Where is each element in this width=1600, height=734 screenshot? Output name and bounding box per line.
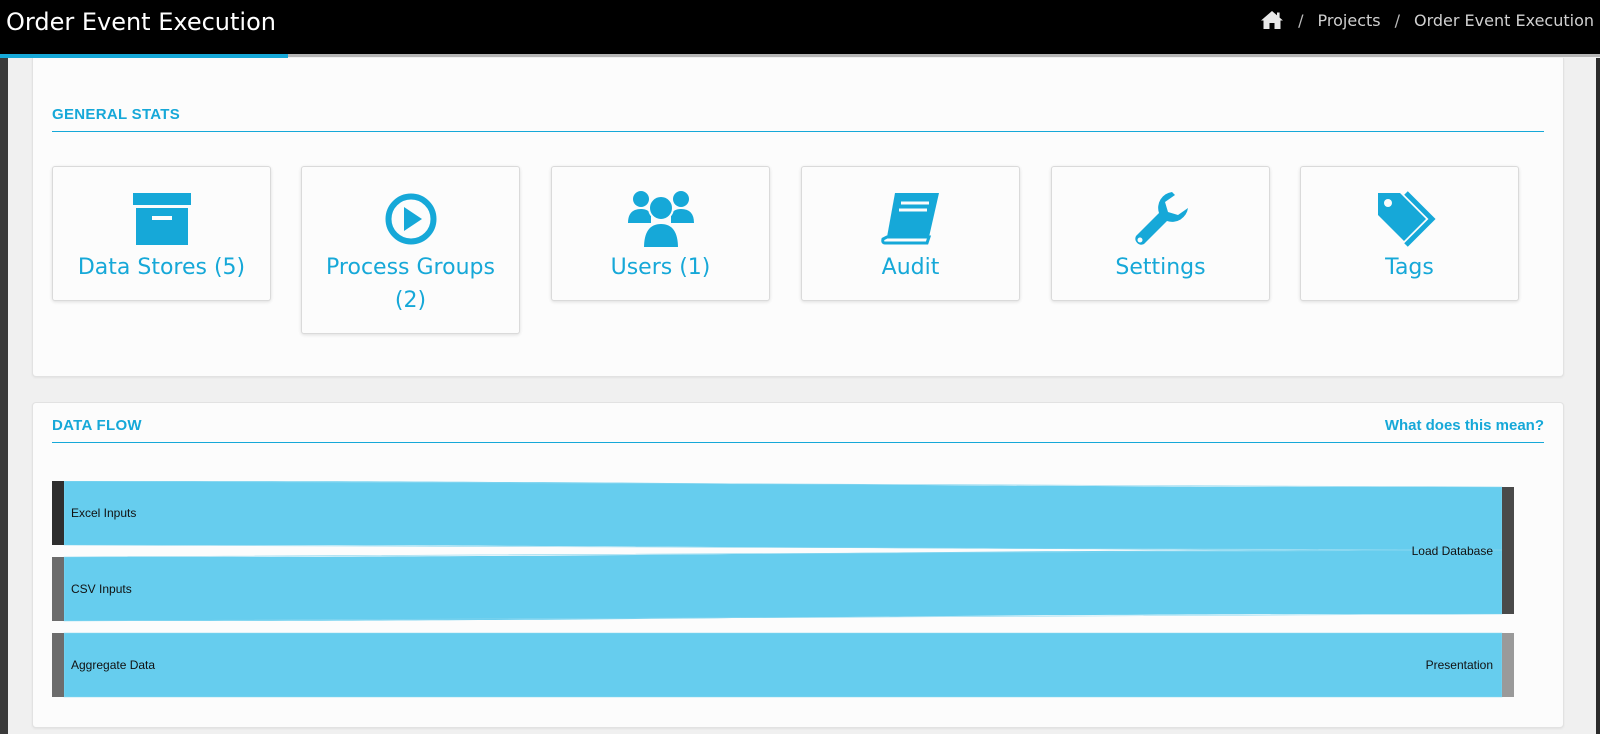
node-presentation[interactable] xyxy=(1502,633,1514,697)
what-does-this-mean-link[interactable]: What does this mean? xyxy=(1385,417,1544,434)
wrench-icon xyxy=(1052,187,1269,251)
node-load-database[interactable] xyxy=(1502,487,1514,614)
flow-csv-to-load-database[interactable] xyxy=(63,549,1503,622)
tile-users[interactable]: Users (1) xyxy=(551,166,770,301)
tile-label: Users (1) xyxy=(610,255,711,280)
breadcrumb-current: Order Event Execution xyxy=(1414,10,1594,30)
tile-label: Data Stores (5) xyxy=(77,255,246,280)
flow-aggregate-to-presentation[interactable] xyxy=(63,632,1503,698)
node-excel-inputs[interactable] xyxy=(52,481,64,545)
general-stats-rule xyxy=(52,131,1544,132)
breadcrumb-projects[interactable]: Projects xyxy=(1318,11,1381,30)
general-stats-panel: GENERAL STATS Data Stores (5) Process Gr… xyxy=(32,58,1564,377)
tags-icon xyxy=(1301,187,1518,251)
breadcrumb-separator: / xyxy=(1394,10,1400,30)
tile-settings[interactable]: Settings xyxy=(1051,166,1270,301)
tile-label: Process Groups (2) xyxy=(326,255,495,313)
breadcrumb-separator: / xyxy=(1298,10,1304,30)
right-scrollbar[interactable] xyxy=(1596,58,1600,734)
book-icon xyxy=(802,187,1019,251)
tile-audit[interactable]: Audit xyxy=(801,166,1020,301)
node-label-load-database: Load Database xyxy=(1412,544,1494,558)
archive-box-icon xyxy=(53,187,270,251)
top-bar: Order Event Execution / Projects / Order… xyxy=(0,0,1600,54)
breadcrumb: / Projects / Order Event Execution xyxy=(1260,10,1594,30)
node-aggregate-data[interactable] xyxy=(52,633,64,697)
node-csv-inputs[interactable] xyxy=(52,557,64,621)
node-label-presentation: Presentation xyxy=(1426,658,1493,672)
tile-tags[interactable]: Tags xyxy=(1300,166,1519,301)
play-circle-icon xyxy=(302,187,519,251)
tile-label: Settings xyxy=(1115,255,1206,280)
tile-label: Tags xyxy=(1385,255,1434,280)
tile-label: Audit xyxy=(881,255,940,280)
general-stats-heading: GENERAL STATS xyxy=(52,106,181,123)
data-flow-sankey: Excel Inputs CSV Inputs Aggregate Data L… xyxy=(52,481,1514,698)
data-flow-heading: DATA FLOW xyxy=(52,417,142,434)
left-scroll-rail xyxy=(0,58,8,734)
header-underline xyxy=(288,54,1600,57)
data-flow-rule xyxy=(52,442,1544,443)
home-icon[interactable] xyxy=(1260,10,1284,30)
node-label-excel-inputs: Excel Inputs xyxy=(71,506,136,520)
node-label-csv-inputs: CSV Inputs xyxy=(71,582,132,596)
page-title: Order Event Execution xyxy=(6,8,276,36)
users-group-icon xyxy=(552,187,769,251)
tile-data-stores[interactable]: Data Stores (5) xyxy=(52,166,271,301)
tile-process-groups[interactable]: Process Groups (2) xyxy=(301,166,520,334)
node-label-aggregate-data: Aggregate Data xyxy=(71,658,155,672)
data-flow-panel: DATA FLOW What does this mean? Excel Inp… xyxy=(32,402,1564,728)
flow-excel-to-load-database[interactable] xyxy=(63,481,1503,551)
